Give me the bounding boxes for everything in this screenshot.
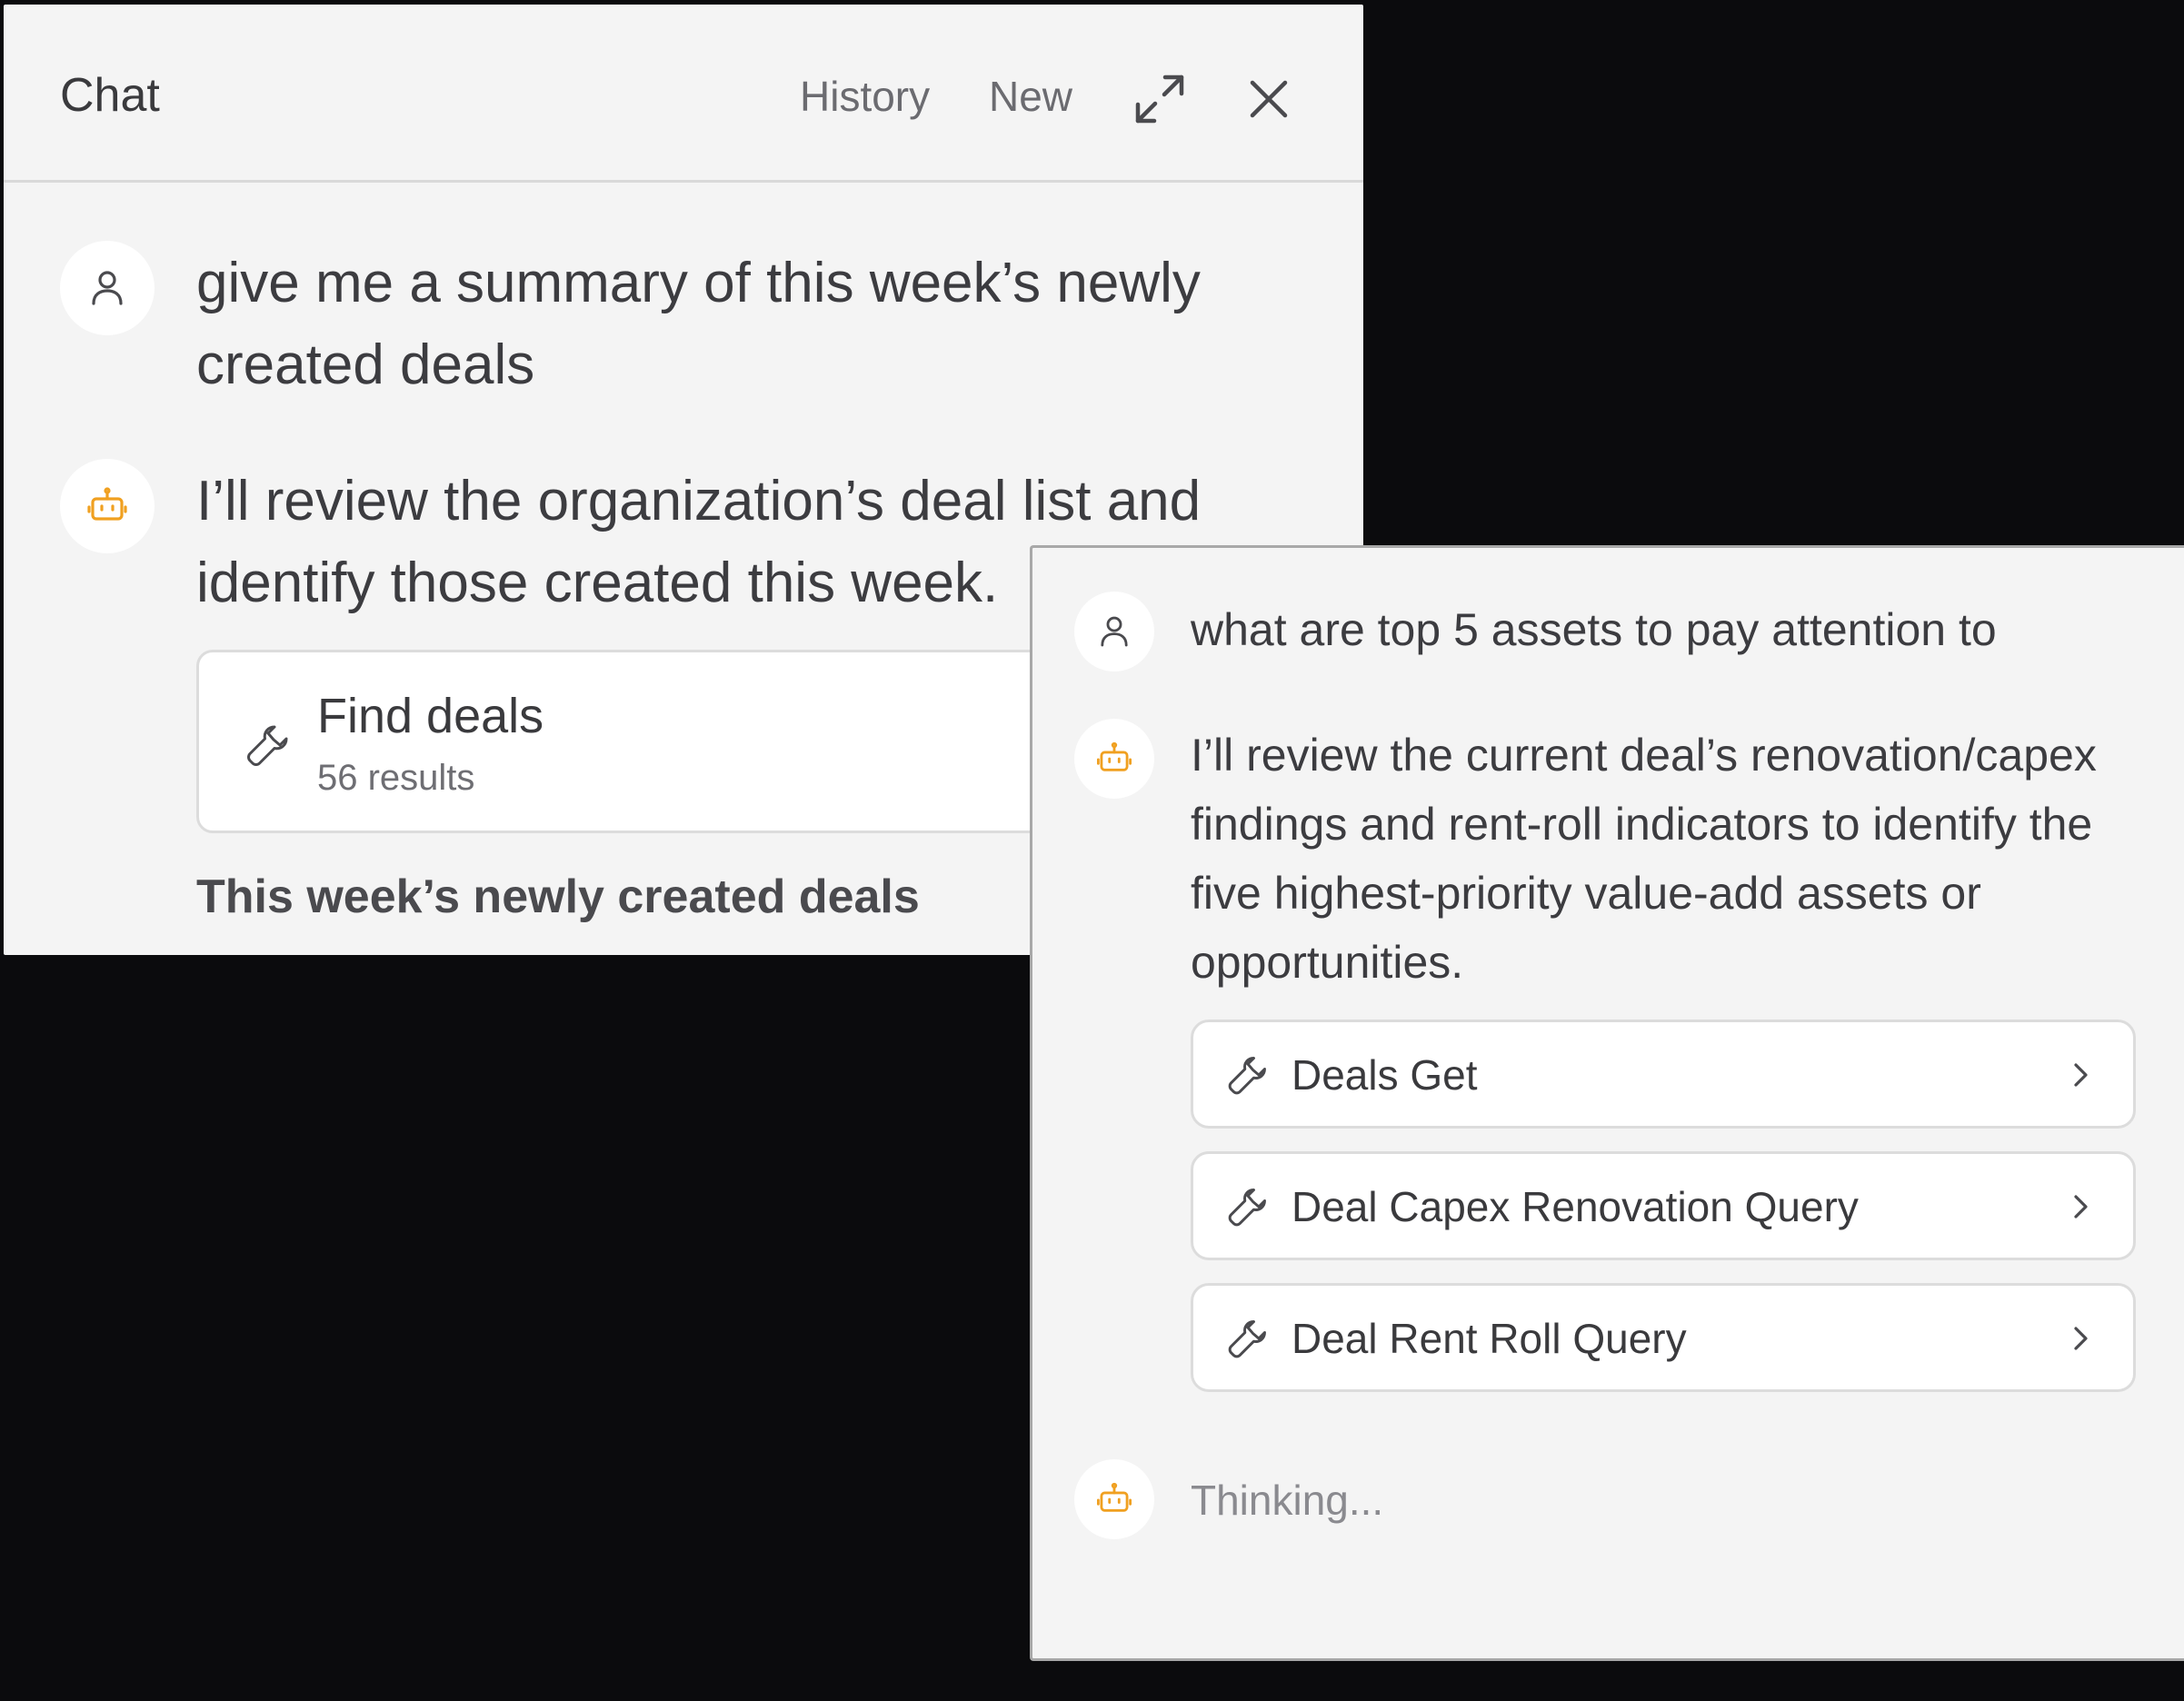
chevron-right-icon <box>2074 1063 2088 1087</box>
robot-icon <box>1096 741 1132 771</box>
assistant-avatar <box>1074 1459 1154 1539</box>
tool-row-deal-capex-renovation-query[interactable]: Deal Capex Renovation Query <box>1191 1151 2136 1260</box>
tool-row-label: Deals Get <box>1291 1051 1478 1099</box>
user-message: what are top 5 assets to pay attention t… <box>1191 604 1997 655</box>
tool-row-deal-rent-roll-query[interactable]: Deal Rent Roll Query <box>1191 1283 2136 1392</box>
tool-row-label: Deal Rent Roll Query <box>1291 1315 1687 1362</box>
wrench-icon <box>1228 1057 1266 1095</box>
chat-header: Chat History New <box>4 5 1363 183</box>
user-message: give me a summary of this week’s newly c… <box>196 252 1201 396</box>
chevron-right-icon <box>2074 1327 2088 1350</box>
wrench-icon <box>247 725 288 766</box>
assistant-avatar <box>1074 719 1154 799</box>
tool-row-label: Deal Capex Renovation Query <box>1291 1183 1859 1230</box>
overlay-chat-panel: what are top 5 assets to pay attention t… <box>1030 545 2184 1661</box>
chat-title: Chat <box>60 69 160 122</box>
user-avatar <box>1074 592 1154 671</box>
thinking-indicator: Thinking... <box>1191 1477 1384 1524</box>
wrench-icon <box>1228 1320 1266 1358</box>
assistant-message: I’ll review the current deal’s renovatio… <box>1191 730 2097 988</box>
history-button[interactable]: History <box>800 72 930 121</box>
wrench-icon <box>1228 1189 1266 1227</box>
user-icon <box>92 271 123 305</box>
new-chat-button[interactable]: New <box>989 72 1072 121</box>
section-heading: This week’s newly created deals <box>196 870 920 923</box>
tool-card-name: Find deals <box>317 689 544 743</box>
robot-icon <box>1096 1482 1132 1512</box>
user-icon <box>1101 616 1128 647</box>
tool-row-deals-get[interactable]: Deals Get <box>1191 1020 2136 1129</box>
expand-icon[interactable] <box>1131 70 1189 128</box>
tool-card-result: 56 results <box>317 758 475 798</box>
chevron-right-icon <box>2074 1195 2088 1219</box>
user-avatar <box>60 241 155 335</box>
robot-icon <box>87 487 127 521</box>
assistant-avatar <box>60 459 155 553</box>
close-icon[interactable] <box>1240 70 1298 128</box>
